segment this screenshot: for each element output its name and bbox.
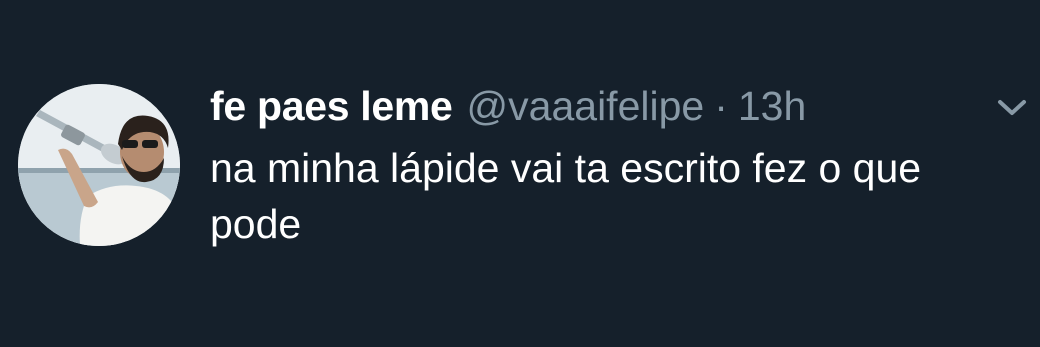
tweet-text: na minha lápide vai ta escrito fez o que… — [210, 145, 922, 247]
chevron-down-icon[interactable] — [992, 94, 1032, 120]
display-name[interactable]: fe paes leme — [210, 83, 453, 130]
tweet-header: fe paes leme @vaaaifelipe · 13h — [210, 82, 806, 130]
user-handle[interactable]: @vaaaifelipe — [467, 83, 705, 130]
avatar-photo — [18, 84, 180, 246]
avatar[interactable] — [18, 84, 180, 246]
tweet-card[interactable]: fe paes leme @vaaaifelipe · 13h na minha… — [0, 0, 1040, 347]
separator-dot: · — [714, 82, 728, 129]
timestamp[interactable]: 13h — [738, 83, 806, 130]
